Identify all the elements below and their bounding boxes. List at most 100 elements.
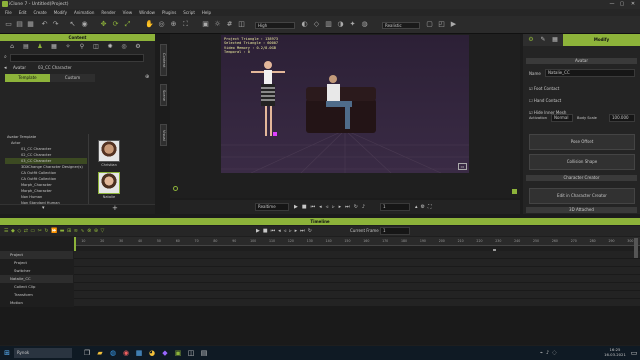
settings-icon[interactable]: ⚙	[421, 204, 428, 210]
menu-file[interactable]: File	[5, 9, 12, 16]
first-frame-icon[interactable]: ⏮	[271, 228, 279, 234]
track-list-icon[interactable]: ☰	[4, 228, 11, 234]
tab-custom[interactable]: Custom	[50, 74, 95, 82]
back-icon[interactable]: ◂	[4, 65, 7, 71]
sound-icon[interactable]: ♪	[362, 204, 369, 210]
save-icon[interactable]: ▦	[26, 20, 35, 29]
pan-icon[interactable]: ✋	[145, 20, 154, 29]
track-row-natalie[interactable]: Natalie_CC	[0, 275, 73, 283]
taskview-icon[interactable]: ❐	[82, 346, 92, 360]
play-icon[interactable]: ▶	[294, 204, 302, 210]
menu-window[interactable]: Window	[139, 9, 155, 16]
track-lane[interactable]	[74, 251, 640, 259]
flatten-icon[interactable]: ▬	[60, 228, 67, 234]
track-row-transform[interactable]: Transform	[0, 291, 73, 299]
screenshot-icon[interactable]: ◰	[437, 20, 446, 29]
chevron-down-icon[interactable]: ▾	[42, 205, 45, 211]
material-tab-icon[interactable]: ✎	[539, 36, 547, 44]
menu-render[interactable]: Render	[101, 9, 115, 16]
menu-edit[interactable]: Edit	[19, 9, 27, 16]
add-folder-icon[interactable]: +	[112, 204, 118, 212]
timeline-end-marker[interactable]	[512, 189, 517, 194]
camera-icon[interactable]: ▣	[201, 20, 210, 29]
first-frame-icon[interactable]: ⏮	[311, 204, 320, 210]
track-lane[interactable]	[74, 267, 640, 275]
render-icon[interactable]: ▶	[449, 20, 458, 29]
open-icon[interactable]: ▤	[15, 20, 24, 29]
edit-in-cc-button[interactable]: Edit in Character Creator	[529, 188, 635, 204]
app-icon[interactable]: ▤	[199, 346, 209, 360]
hand-contact-checkbox[interactable]: ☐ Hand Contact	[529, 95, 566, 107]
attachment-header[interactable]: 3D Attached	[526, 207, 637, 213]
loop-icon[interactable]: ↻	[308, 228, 315, 234]
menu-plugins[interactable]: Plugins	[162, 9, 176, 16]
menu-view[interactable]: View	[123, 9, 133, 16]
minimize-button[interactable]: —	[608, 0, 616, 9]
menu-help[interactable]: Help	[202, 9, 211, 16]
add-icon[interactable]: ⊕	[145, 74, 149, 80]
timeline-scrollbar[interactable]	[634, 238, 638, 258]
frame-input[interactable]: 1	[380, 203, 410, 211]
tab-template[interactable]: Template	[5, 74, 50, 82]
track-lane[interactable]	[74, 283, 640, 291]
zoom-icon[interactable]: ⊕	[169, 20, 178, 29]
stage-tab-icon[interactable]: ✧	[64, 43, 72, 51]
redo-icon[interactable]: ↷	[51, 20, 60, 29]
start-icon[interactable]: ⊞	[2, 346, 12, 360]
shadow-icon[interactable]: ◑	[336, 20, 345, 29]
clip-icon[interactable]: ▭	[30, 228, 37, 234]
hd-icon[interactable]: ▢	[425, 20, 434, 29]
wireframe-icon[interactable]: ◇	[312, 20, 321, 29]
motion-tab-icon[interactable]: ⚲	[78, 43, 86, 51]
avatar-tab-icon[interactable]: ♟	[36, 43, 44, 51]
props-tab-icon[interactable]: ▦	[50, 43, 58, 51]
track-lane[interactable]	[74, 275, 640, 283]
fx-icon[interactable]: ✦	[348, 20, 357, 29]
foot-contact-checkbox[interactable]: ☑ Foot Contact	[529, 83, 566, 95]
animation-tab-icon[interactable]: ▦	[551, 36, 559, 44]
light-icon[interactable]: ☼	[213, 20, 222, 29]
clock[interactable]: 16:25 16.03.2021	[604, 347, 626, 357]
fullscreen-icon[interactable]: ⛶	[428, 204, 435, 210]
thumb-natalie[interactable]	[98, 172, 120, 194]
last-frame-icon[interactable]: ⏭	[345, 204, 354, 210]
avatar-section-header[interactable]: Avatar	[526, 58, 637, 64]
grid-icon[interactable]: #	[225, 20, 234, 29]
new-project-icon[interactable]: ▭	[4, 20, 13, 29]
speed-icon[interactable]: ⏩	[51, 228, 60, 234]
fit-icon[interactable]: ⛶	[181, 20, 190, 29]
track-row-project[interactable]: Project	[0, 251, 73, 259]
texture-icon[interactable]: ▥	[324, 20, 333, 29]
store-icon[interactable]: ▦	[134, 346, 144, 360]
app-icon[interactable]: ◫	[186, 346, 196, 360]
crumb-root[interactable]: Avatar	[13, 65, 26, 70]
edge-icon[interactable]: ◍	[108, 346, 118, 360]
iclone-taskbar-icon[interactable]: ▣	[173, 346, 183, 360]
camera-view-icon[interactable]: ◫	[237, 20, 246, 29]
character-creator-header[interactable]: Character Creator	[526, 175, 637, 181]
move-icon[interactable]: ✥	[99, 20, 108, 29]
reach-icon[interactable]: ⊗	[87, 228, 94, 234]
sample-icon[interactable]: ⊞	[67, 228, 74, 234]
select-icon[interactable]: ↖	[68, 20, 77, 29]
menu-create[interactable]: Create	[33, 9, 46, 16]
3d-viewport[interactable]	[221, 35, 469, 173]
current-frame-input[interactable]: 1	[380, 227, 410, 235]
viewport-mini-icon[interactable]: ▭	[458, 163, 467, 170]
track-lane[interactable]	[74, 259, 640, 267]
track-row-collect-clip[interactable]: Collect Clip	[0, 283, 73, 291]
last-frame-icon[interactable]: ⏭	[300, 228, 308, 234]
body-scale-input[interactable]: 100.000	[609, 114, 635, 122]
filter-icon[interactable]: ▽	[101, 228, 107, 234]
collect-icon[interactable]: ⊕	[94, 228, 101, 234]
menu-modify[interactable]: Modify	[54, 9, 67, 16]
loop-icon[interactable]: ↻	[354, 204, 362, 210]
collision-shape-button[interactable]: Collision Shape	[529, 154, 635, 170]
menu-script[interactable]: Script	[183, 9, 195, 16]
project-tab-icon[interactable]: ▤	[22, 43, 30, 51]
maximize-button[interactable]: ▢	[618, 0, 626, 9]
script-tab-icon[interactable]: ⚙	[134, 43, 142, 51]
track-row-switcher[interactable]: Switcher	[0, 267, 73, 275]
play-icon[interactable]: ▶	[256, 228, 263, 234]
language-icon[interactable]: ◌	[552, 350, 559, 356]
